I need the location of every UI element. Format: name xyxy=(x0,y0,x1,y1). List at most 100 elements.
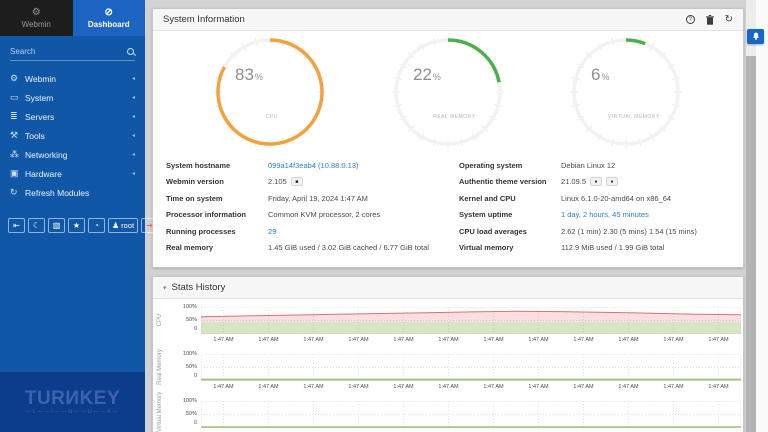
version-info-badge[interactable]: ● xyxy=(606,177,618,186)
gauge-value: 22% xyxy=(413,65,441,85)
gauge-real-memory: 22% REAL MEMORY xyxy=(389,37,507,149)
xtick-label: 1:47 AM xyxy=(651,384,696,390)
sidebar-item-label: Webmin xyxy=(25,74,56,84)
info-value-link[interactable]: 099a14f3eab4 (10.88.0.13) xyxy=(268,161,359,170)
sidebar-item-servers[interactable]: ≣Servers◂ xyxy=(0,107,145,126)
scrollbar-thumb[interactable] xyxy=(746,56,756,432)
panel-header-icons: ? ↻ xyxy=(686,15,733,25)
chart-axis-title: Virtual Memory xyxy=(153,401,167,428)
background-button[interactable]: ▧ xyxy=(48,218,65,233)
collapse-sidebar-icon: ⇤ xyxy=(13,221,20,230)
version-info-badge[interactable]: ■ xyxy=(291,177,303,186)
info-row-real-memory: Real memory1.45 GiB used / 3.02 GiB cach… xyxy=(166,240,437,257)
chart-axis-title: Real Memory xyxy=(153,354,167,381)
xtick-label: 1:47 AM xyxy=(696,384,741,390)
theme-options-icon: ◔ xyxy=(94,221,99,230)
chart-axis-title-text: Real Memory xyxy=(157,349,163,385)
gauge-label: CPU xyxy=(266,114,278,120)
chart-xlabels: 1:47 AM1:47 AM1:47 AM1:47 AM1:47 AM1:47 … xyxy=(201,381,741,393)
sidebar-item-tools[interactable]: ⚒Tools◂ xyxy=(0,126,145,145)
night-mode-button[interactable]: ☾ xyxy=(28,218,45,233)
info-row-cpu-load-averages: CPU load averages2.62 (1 min) 2.30 (5 mi… xyxy=(459,223,730,240)
chart-axis-title-text: Virtual Memory xyxy=(157,396,163,432)
ytick-label: 50% xyxy=(186,411,197,417)
info-row-authentic-theme-version: Authentic theme version21.09.5●● xyxy=(459,174,730,191)
turnkey-logo-text: TURИKEY xyxy=(25,390,120,408)
sidebar-item-webmin[interactable]: ⚙Webmin◂ xyxy=(0,69,145,88)
tab-dashboard[interactable]: ⊘ Dashboard xyxy=(73,0,146,36)
bell-icon xyxy=(751,32,761,42)
username-label: root xyxy=(121,221,134,230)
dashboard-gauge-icon: ⊘ xyxy=(105,8,113,18)
search-icon[interactable] xyxy=(126,47,135,56)
monitor-icon: ▭ xyxy=(10,92,25,103)
tab-webmin-label: Webmin xyxy=(22,20,51,29)
info-row-system-hostname: System hostname099a14f3eab4 (10.88.0.13) xyxy=(166,157,437,174)
logout-button[interactable]: ➔ xyxy=(141,218,158,233)
stats-history-title: Stats History xyxy=(172,282,226,293)
user-button[interactable]: ♟root xyxy=(108,218,138,233)
stats-history-panel: ▾ Stats History CPU100%50%01:47 AM1:47 A… xyxy=(152,276,744,432)
sidebar-item-label: Tools xyxy=(25,131,45,141)
background-icon: ▧ xyxy=(53,221,61,230)
info-label: Time on system xyxy=(166,194,268,203)
sidebar-item-hardware[interactable]: ▣Hardware◂ xyxy=(0,164,145,183)
gauge-label: REAL MEMORY xyxy=(433,114,475,120)
gauge-cpu: 83% CPU xyxy=(211,37,329,149)
xtick-label: 1:47 AM xyxy=(426,384,471,390)
wrench-icon: ⚒ xyxy=(10,130,25,141)
sidebar-item-networking[interactable]: ⁂Networking◂ xyxy=(0,145,145,164)
caret-left-icon: ◂ xyxy=(132,170,135,177)
collapse-caret-icon[interactable]: ▾ xyxy=(163,284,167,292)
gauge-percent-sign: % xyxy=(255,72,263,82)
sidebar-menu: ⚙Webmin◂▭System◂≣Servers◂⚒Tools◂⁂Network… xyxy=(0,69,145,202)
xtick-label: 1:47 AM xyxy=(201,384,246,390)
favorites-button[interactable]: ★ xyxy=(68,218,85,233)
xtick-label: 1:47 AM xyxy=(606,337,651,343)
info-value-link[interactable]: 29 xyxy=(268,227,276,236)
ytick-label: 100% xyxy=(183,304,197,310)
search-input[interactable] xyxy=(10,47,126,56)
system-information-title: System Information xyxy=(163,14,245,25)
stats-history-header: ▾ Stats History xyxy=(153,277,743,299)
info-label: System uptime xyxy=(459,210,561,219)
chart-yticks: 100%50%0 xyxy=(167,401,201,428)
xtick-label: 1:47 AM xyxy=(696,337,741,343)
xtick-label: 1:47 AM xyxy=(291,337,336,343)
tab-webmin[interactable]: ⚙ Webmin xyxy=(0,0,73,36)
favorites-icon: ★ xyxy=(73,221,80,230)
theme-options-button[interactable]: ◔ xyxy=(88,218,105,233)
help-icon[interactable]: ? xyxy=(686,15,695,24)
caret-left-icon: ◂ xyxy=(132,151,135,158)
ytick-label: 100% xyxy=(183,351,197,357)
notifications-bell-button[interactable] xyxy=(747,29,764,44)
sidebar-search xyxy=(10,43,135,61)
caret-left-icon: ◂ xyxy=(132,113,135,120)
info-value: Debian Linux 12 xyxy=(561,161,615,170)
gauge-label: VIRTUAL MEMORY xyxy=(608,114,660,120)
xtick-label: 1:47 AM xyxy=(336,337,381,343)
collapse-sidebar-button[interactable]: ⇤ xyxy=(8,218,25,233)
sidebar-item-refresh-modules[interactable]: ↻Refresh Modules xyxy=(0,183,145,202)
xtick-label: 1:47 AM xyxy=(561,337,606,343)
version-info-badge[interactable]: ● xyxy=(590,177,602,186)
info-label: Operating system xyxy=(459,161,561,170)
chart-real-memory: Real Memory100%50%0 xyxy=(153,354,743,381)
trash-icon[interactable] xyxy=(706,15,714,25)
tab-dashboard-label: Dashboard xyxy=(88,20,130,29)
webmin-logo-icon: ⚙ xyxy=(32,8,41,18)
xtick-label: 1:47 AM xyxy=(201,337,246,343)
info-column-right: Operating systemDebian Linux 12Authentic… xyxy=(459,157,730,256)
sidebar-item-label: Servers xyxy=(25,112,54,122)
sidebar-item-system[interactable]: ▭System◂ xyxy=(0,88,145,107)
caret-left-icon: ◂ xyxy=(132,75,135,82)
chart-block-real-memory: Real Memory100%50%01:47 AM1:47 AM1:47 AM… xyxy=(153,354,743,393)
info-value-link[interactable]: 1 day, 2 hours, 45 minutes xyxy=(561,210,649,219)
chart-axis-title-text: CPU xyxy=(157,302,163,338)
xtick-label: 1:47 AM xyxy=(471,384,516,390)
gauge-percent-number: 6 xyxy=(591,65,600,84)
sidebar-toolbar: ⇤ ☾ ▧ ★ ◔ ♟root➔ xyxy=(8,218,158,233)
refresh-panel-icon[interactable]: ↻ xyxy=(725,15,733,24)
gauge-percent-number: 83 xyxy=(235,65,254,84)
xtick-label: 1:47 AM xyxy=(246,384,291,390)
